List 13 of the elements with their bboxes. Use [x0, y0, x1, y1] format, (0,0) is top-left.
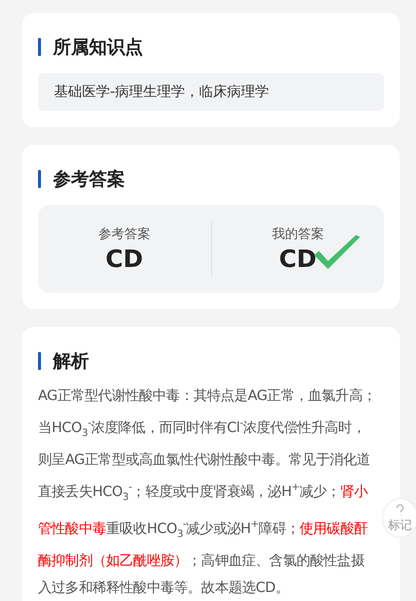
analysis-text: AG正常型代谢性酸中毒：其特点是AG正常，血氯升高；当HCO$_{3}$$^{-}$浓度降低，而同时伴有Cl$^{-}$浓度代偿性升高时，则呈AG正常型或高血氯性代谢性酸中毒。常见于消化道直接丢失HCO$_{3}$$^{-}$；轻度或中度肾衰竭，泌H$^{+}$减少；肾小管性酸中毒重吸收HCO$_{3}$$^{-}$减少或泌H$^{+}$障碍；使用碳酸酐酶抑制剂（如乙酰唑胺）；高钾血症、含氯的酸性盐摄入过多和稀释性酸中毒等。故本题选CD。: [38, 387, 376, 598]
section-title: 所属知识点: [53, 36, 143, 59]
knowledge-tags: 基础医学-病理生理学，临床病理学: [38, 73, 384, 111]
answer-label: 我的答案: [272, 226, 324, 243]
section-title: 解析: [53, 350, 89, 373]
title-bar: [38, 170, 41, 188]
answer-value: CD: [105, 245, 144, 273]
mark-button[interactable]: 标记: [382, 498, 416, 538]
answer-label: 参考答案: [98, 226, 150, 243]
section-title: 参考答案: [53, 168, 125, 191]
title-bar: [38, 38, 41, 56]
title-bar: [38, 352, 41, 370]
answer-value: CD: [278, 245, 317, 273]
